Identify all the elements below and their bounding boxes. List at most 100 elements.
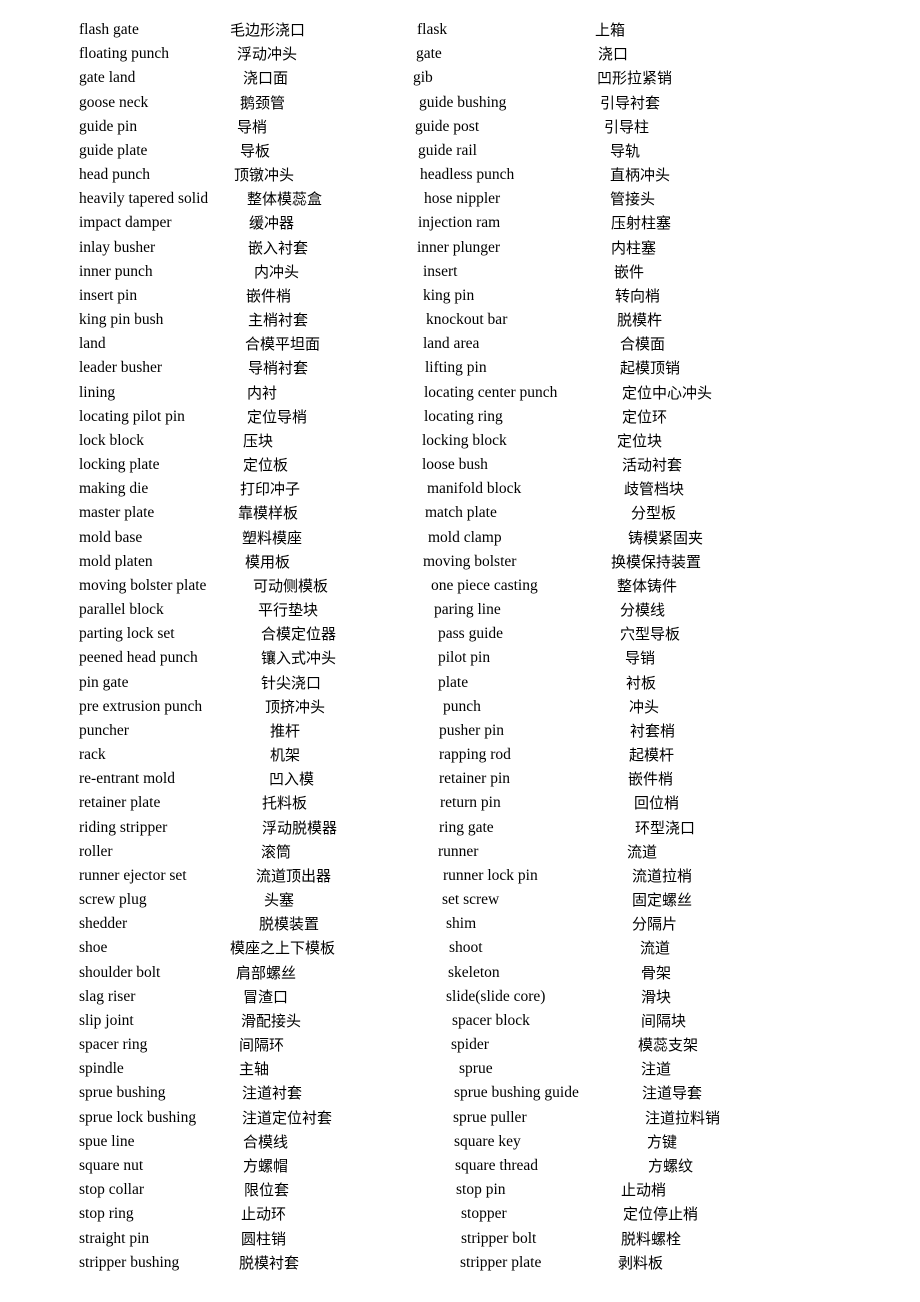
term-english-right: injection ram: [418, 214, 501, 232]
glossary-row: slag riser 冒渣口 slide(slide core) 滑块: [0, 985, 920, 1009]
term-english-left: floating punch: [79, 45, 169, 63]
term-chinese-right: 注道导套: [642, 1084, 703, 1103]
term-english-left: mold platen: [79, 552, 153, 570]
term-english-right: stripper plate: [460, 1253, 542, 1271]
glossary-row: roller 滚筒 runner 流道: [0, 840, 920, 864]
term-chinese-left: 嵌件梢: [246, 286, 292, 305]
glossary-row: straight pin 圆柱销 stripper bolt 脱料螺栓: [0, 1227, 920, 1251]
term-english-right: return pin: [440, 794, 501, 812]
term-english-right: pass guide: [438, 625, 504, 643]
term-chinese-left: 主轴: [239, 1060, 270, 1079]
term-english-left: shoulder bolt: [79, 963, 161, 981]
glossary-row: moving bolster plate 可动侧模板 one piece casti…: [0, 574, 920, 598]
term-chinese-right: 起模杆: [629, 746, 675, 765]
term-english-right: shoot: [449, 939, 483, 957]
term-chinese-left: 脱模衬套: [239, 1253, 300, 1272]
term-chinese-left: 浮动脱模器: [262, 818, 338, 837]
term-chinese-left: 压块: [243, 431, 274, 450]
glossary-row: re-entrant mold 凹入模 retainer pin 嵌件梢: [0, 767, 920, 791]
term-english-right: lifting pin: [425, 359, 487, 377]
term-english-left: moving bolster plate: [79, 576, 207, 594]
term-chinese-left: 可动侧模板: [253, 576, 329, 595]
glossary-row: screw plug 头塞 set screw 固定螺丝: [0, 888, 920, 912]
term-chinese-left: 导板: [240, 141, 271, 160]
term-chinese-left: 注道定位衬套: [242, 1108, 333, 1127]
term-chinese-left: 缓冲器: [249, 214, 295, 233]
term-chinese-right: 合模面: [620, 335, 666, 354]
term-chinese-right: 衬板: [626, 673, 657, 692]
term-chinese-right: 浇口: [598, 45, 629, 64]
glossary-row: guide pin 导梢 guide post 引导柱: [0, 115, 920, 139]
glossary-row: flash gate 毛边形浇口 flask 上箱: [0, 18, 920, 42]
term-english-left: sprue bushing: [79, 1084, 166, 1102]
term-english-left: impact damper: [79, 214, 172, 232]
term-english-right: gate: [416, 45, 442, 63]
term-chinese-right: 方螺纹: [648, 1156, 694, 1175]
term-chinese-left: 滑配接头: [241, 1011, 302, 1030]
glossary-row: spue line 合模线 square key 方键: [0, 1130, 920, 1154]
glossary-row: impact damper 缓冲器 injection ram 压射柱塞: [0, 211, 920, 235]
term-chinese-left: 圆柱销: [241, 1229, 287, 1248]
term-chinese-left: 间隔环: [239, 1036, 285, 1055]
glossary-row: square nut 方螺帽 square thread 方螺纹: [0, 1154, 920, 1178]
term-chinese-right: 定位停止梢: [623, 1205, 699, 1224]
term-chinese-right: 转向梢: [615, 286, 661, 305]
term-chinese-right: 穴型导板: [620, 625, 681, 644]
term-chinese-right: 脱模杵: [617, 311, 663, 330]
term-chinese-right: 滑块: [641, 987, 672, 1006]
term-chinese-left: 限位套: [244, 1181, 290, 1200]
glossary-document: flash gate 毛边形浇口 flask 上箱 floating punch 浮动冲头…: [0, 0, 920, 1302]
term-chinese-left: 顶挤冲头: [265, 697, 326, 716]
glossary-row: sprue bushing 注道衬套 sprue bushing guide 注道导套: [0, 1081, 920, 1105]
term-chinese-right: 起模顶销: [620, 359, 681, 378]
term-chinese-left: 顶镦冲头: [234, 166, 295, 185]
glossary-row: lock block 压块 locking block 定位块: [0, 429, 920, 453]
term-english-right: pusher pin: [439, 721, 505, 739]
term-chinese-right: 定位环: [622, 407, 668, 426]
term-english-right: retainer pin: [439, 770, 511, 788]
term-chinese-right: 嵌件: [614, 262, 645, 281]
term-english-right: guide rail: [418, 141, 477, 159]
term-english-left: locating pilot pin: [79, 407, 185, 425]
term-chinese-left: 浇口面: [243, 69, 289, 88]
term-english-right: locating center punch: [424, 383, 558, 401]
term-chinese-left: 定位导梢: [247, 407, 308, 426]
term-english-right: knockout bar: [426, 311, 508, 329]
term-english-right: spacer block: [452, 1011, 530, 1029]
term-english-right: moving bolster: [423, 552, 517, 570]
glossary-row: puncher 推杆 pusher pin 衬套梢: [0, 719, 920, 743]
glossary-row: inner punch 内冲头 insert 嵌件: [0, 260, 920, 284]
term-english-right: skeleton: [448, 963, 500, 981]
term-chinese-right: 分隔片: [632, 915, 678, 934]
term-english-left: stop ring: [79, 1205, 134, 1223]
term-chinese-left: 内衬: [247, 383, 278, 402]
term-english-right: pilot pin: [438, 649, 491, 667]
glossary-row: stop ring 止动环 stopper 定位停止梢: [0, 1202, 920, 1226]
glossary-row: master plate 靠模样板 match plate 分型板: [0, 501, 920, 525]
term-english-left: slag riser: [79, 987, 136, 1005]
glossary-row: stop collar 限位套 stop pin 止动梢: [0, 1178, 920, 1202]
term-chinese-right: 直柄冲头: [610, 166, 671, 185]
term-english-right: stop pin: [456, 1181, 506, 1199]
glossary-row: gate land 浇口面 gib 凹形拉紧销: [0, 66, 920, 90]
term-english-left: insert pin: [79, 286, 138, 304]
term-chinese-left: 止动环: [241, 1205, 287, 1224]
glossary-row: runner ejector set 流道顶出器 runner lock pin 流道…: [0, 864, 920, 888]
term-english-left: straight pin: [79, 1229, 150, 1247]
term-chinese-right: 导轨: [610, 141, 641, 160]
term-english-left: guide plate: [79, 141, 148, 159]
term-english-right: flask: [417, 21, 448, 38]
term-english-right: land area: [423, 335, 480, 353]
glossary-row: spindle 主轴 sprue 注道: [0, 1057, 920, 1081]
term-chinese-left: 镶入式冲头: [261, 649, 337, 668]
term-english-left: heavily tapered solid: [79, 190, 209, 208]
term-english-left: mold base: [79, 528, 143, 546]
term-english-left: screw plug: [79, 891, 147, 909]
term-chinese-right: 脱料螺栓: [621, 1229, 682, 1248]
glossary-row: shedder 脱模装置 shim 分隔片: [0, 912, 920, 936]
term-chinese-left: 浮动冲头: [237, 45, 298, 64]
term-english-left: puncher: [79, 721, 129, 739]
term-english-right: square key: [454, 1132, 521, 1150]
glossary-row: shoulder bolt 肩部螺丝 skeleton 骨架: [0, 961, 920, 985]
term-english-left: runner ejector set: [79, 866, 187, 884]
